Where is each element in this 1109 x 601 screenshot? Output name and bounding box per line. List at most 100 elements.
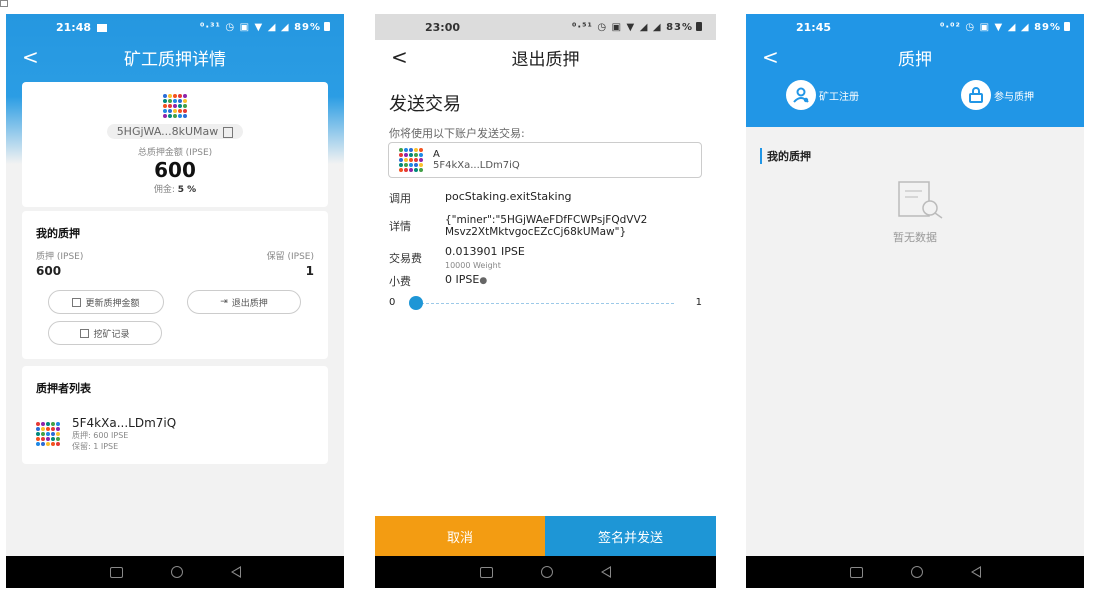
status-time: 21:48 [56,21,108,34]
stake-label: 质押 (IPSE) [36,252,84,262]
send-tx-heading: 发送交易 [389,94,461,115]
record-icon [80,328,90,338]
battery-percent: 89% [294,21,321,33]
phone-exit-staking: 23:00 ⁰⋅⁵¹ ◷ ▣ ▼ ◢ ◢ 83% < 退出质押 发送交易 你将使… [375,14,716,588]
battery-icon [696,22,702,31]
commission: 佣金: 5 % [153,185,197,195]
reserve-label: 保留 (IPSE) [266,252,314,262]
home-icon[interactable] [910,566,923,578]
recents-icon[interactable] [480,566,493,578]
my-stake-title: 我的质押 [36,227,80,240]
call-value: pocStaking.exitStaking [445,190,572,203]
nav-bar: < 矿工质押详情 [6,40,344,74]
mining-record-button[interactable]: 挖矿记录 [48,321,162,345]
window-corner-box [0,0,8,7]
home-icon[interactable] [541,566,553,578]
total-stake-value: 600 [154,158,196,182]
empty-data-icon [898,181,944,223]
gallery-icon [97,23,108,32]
fee-value: 0.013901 IPSE [445,245,525,258]
miner-address-chip[interactable]: 5HGjWA...8kUMaw [106,124,244,139]
back-arrow-icon[interactable]: < [22,45,39,69]
recents-icon[interactable] [109,566,123,578]
tip-label: 小费 [389,275,411,288]
status-icons: ⁰⋅⁰² ◷ ▣ ▼ ◢ ◢ 89% [940,22,1070,33]
page-title: 退出质押 [511,49,580,70]
staker-list-item[interactable]: 5F4kXa...LDm7iQ 质押: 600 IPSE 保留: 1 IPSE [36,416,176,452]
account-identicon-icon [399,148,423,172]
phone-staking: 21:45 ⁰⋅⁰² ◷ ▣ ▼ ◢ ◢ 89% < 质押 矿工注册 参与质押 … [746,14,1084,588]
tip-value: 0 IPSE [445,273,480,286]
phone-miner-stake-detail: 21:48 ⁰⋅³¹ ◷ ▣ ▼ ◢ ◢ 89% < 矿工质押详情 5HGjWA… [6,14,344,588]
sign-and-send-button[interactable]: 签名并发送 [545,516,716,556]
back-icon[interactable] [230,566,241,578]
battery-percent: 89% [1034,21,1061,33]
tip-row: 小费 0 IPSE● [389,273,702,289]
system-nav-bar [746,556,1084,588]
slider-min: 0 [389,297,396,308]
info-icon[interactable]: ● [479,276,487,286]
home-icon[interactable] [170,566,183,578]
nav-bar: < 退出质押 [375,40,716,74]
miner-identicon-icon [22,94,328,118]
cancel-button[interactable]: 取消 [375,516,545,556]
details-label: 详情 [389,220,411,233]
battery-icon [1064,22,1070,31]
details-value-line2: Msvz2XtMktvgocEZcCj68kUMaw"} [445,226,627,238]
bottom-actions: 取消 签名并发送 [375,516,716,556]
stakers-list-card: 质押者列表 5F4kXa...LDm7iQ 质押: 600 IPSE 保留: 1… [22,366,328,464]
staker-stake: 质押: 600 IPSE [72,431,129,440]
staker-reserve: 保留: 1 IPSE [72,442,119,451]
total-stake-label: 总质押金额 (IPSE) [137,148,213,158]
back-arrow-icon[interactable]: < [762,45,779,69]
back-icon[interactable] [601,566,611,578]
stakers-title: 质押者列表 [36,382,91,395]
battery-percent: 83% [666,21,693,33]
exit-stake-button[interactable]: ⇥ 退出质押 [187,290,301,314]
battery-icon [324,22,330,31]
staker-identicon-icon [36,422,60,446]
miner-register-button[interactable]: 矿工注册 [786,80,859,110]
status-time: 23:00 [425,20,461,34]
reserve-value: 1 [305,264,314,278]
account-name: A [433,149,440,160]
fee-row: 交易费 0.013901 IPSE 10000 Weight [389,245,702,271]
status-time: 21:45 [796,20,832,34]
page-title: 矿工质押详情 [124,49,226,70]
details-row: 详情 {"miner":"5HGjWAeFDfFCWPsjFQdVV2 Msvz… [389,214,702,238]
status-bar: 23:00 ⁰⋅⁵¹ ◷ ▣ ▼ ◢ ◢ 83% [375,14,716,40]
update-stake-button[interactable]: 更新质押金额 [48,290,164,314]
status-icons: ⁰⋅⁵¹ ◷ ▣ ▼ ◢ ◢ 83% [572,22,702,33]
miner-address: 5HGjWA...8kUMaw [116,125,219,138]
page-title: 质押 [898,49,932,70]
lock-icon [961,80,991,110]
tip-slider-track[interactable] [411,303,674,304]
join-stake-button[interactable]: 参与质押 [961,80,1034,110]
back-arrow-icon[interactable]: < [391,45,408,69]
user-add-icon [786,80,816,110]
details-value-line1: {"miner":"5HGjWAeFDfFCWPsjFQdVV2 [445,214,648,226]
fee-label: 交易费 [389,252,422,265]
back-icon[interactable] [970,566,981,578]
slider-max: 1 [695,297,702,308]
system-nav-bar [6,556,344,588]
status-bar: 21:45 ⁰⋅⁰² ◷ ▣ ▼ ◢ ◢ 89% [746,14,1084,40]
call-row: 调用 pocStaking.exitStaking [389,190,702,206]
my-stake-card: 我的质押 质押 (IPSE) 保留 (IPSE) 600 1 更新质押金额 ⇥ 退… [22,211,328,359]
edit-icon [72,297,82,307]
call-label: 调用 [389,192,411,205]
logout-icon: ⇥ [220,297,228,307]
empty-data-text: 暂无数据 [893,231,937,244]
recents-icon[interactable] [849,566,863,578]
fee-weight: 10000 Weight [445,261,501,270]
account-selector[interactable]: A 5F4kXa...LDm7iQ [388,142,702,178]
miner-summary-card: 5HGjWA...8kUMaw 总质押金额 (IPSE) 600 佣金: 5 % [22,82,328,207]
stake-value: 600 [36,264,62,278]
tip-slider-thumb[interactable] [409,296,423,310]
status-bar: 21:48 ⁰⋅³¹ ◷ ▣ ▼ ◢ ◢ 89% [6,14,344,40]
copy-icon[interactable] [223,126,234,138]
system-nav-bar [375,556,716,588]
account-address: 5F4kXa...LDm7iQ [433,160,520,171]
account-hint: 你将使用以下账户发送交易: [389,127,525,140]
my-stake-section-title: 我的质押 [760,148,811,164]
